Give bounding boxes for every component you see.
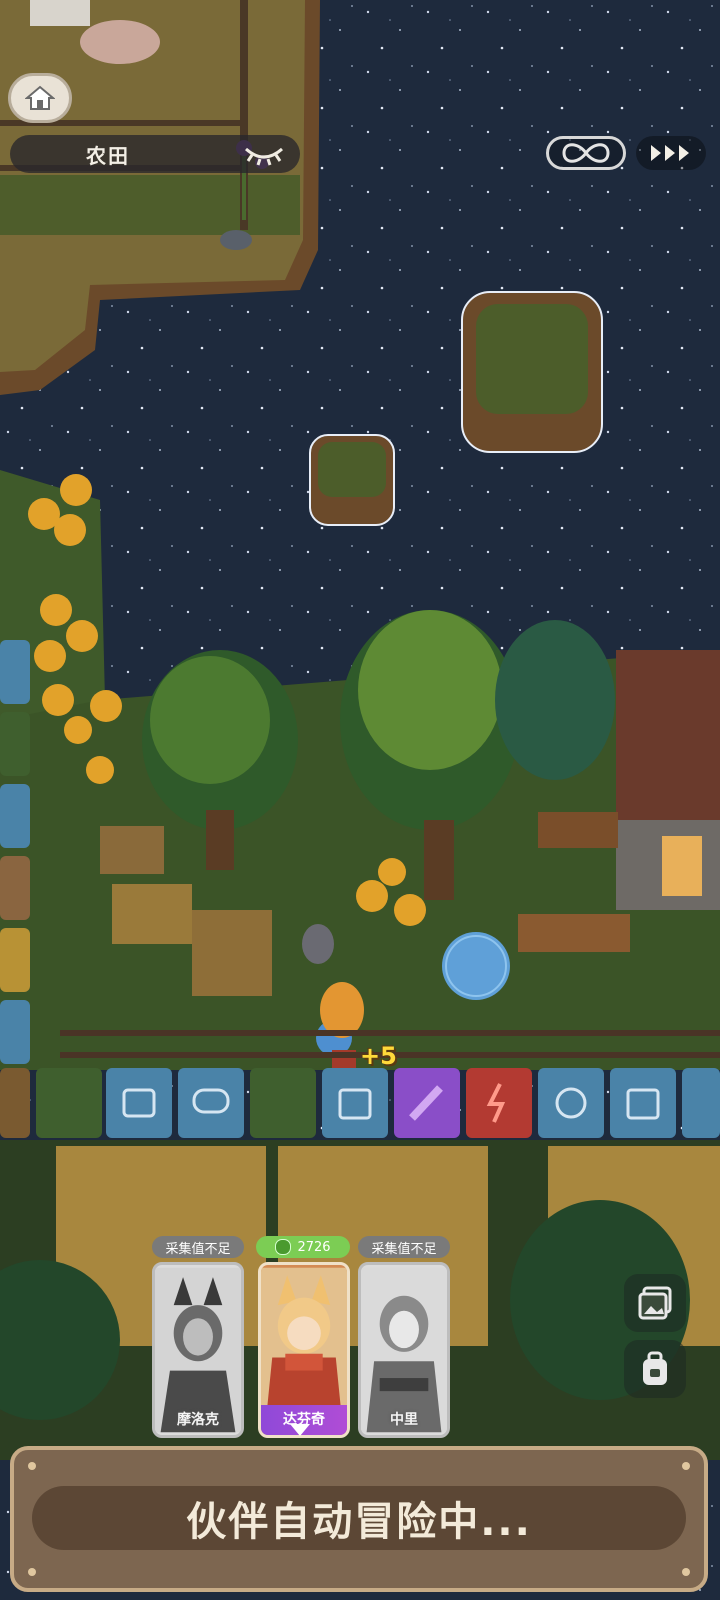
badge-text: 2726 <box>297 1239 331 1255</box>
auto-loop-button[interactable] <box>546 136 626 170</box>
gallery-button[interactable] <box>624 1274 686 1332</box>
companion-card-nakazato[interactable]: 中里 <box>358 1262 450 1438</box>
rivet <box>682 1568 690 1576</box>
eye-closed-icon[interactable] <box>240 141 288 167</box>
auto-adventure-banner: 伙伴自动冒险中... <box>10 1446 708 1592</box>
gallery-icon <box>638 1286 672 1320</box>
companion-card-molock[interactable]: 摩洛克 <box>152 1262 244 1438</box>
location-bar: 农田 <box>10 135 300 173</box>
companion-score-badge: 2726 <box>256 1236 350 1258</box>
infinity-icon <box>562 143 610 163</box>
banner-label-plate: 伙伴自动冒险中... <box>32 1486 686 1550</box>
rivet <box>28 1462 36 1470</box>
companion-status-badge: 采集值不足 <box>152 1236 244 1258</box>
home-button[interactable] <box>8 73 72 123</box>
companion-status-badge: 采集值不足 <box>358 1236 450 1258</box>
companion-name: 摩洛克 <box>177 1412 219 1428</box>
gather-icon <box>275 1239 292 1255</box>
fast-forward-button[interactable] <box>636 136 706 170</box>
selected-indicator <box>290 1424 310 1436</box>
backpack-button[interactable] <box>624 1340 686 1398</box>
badge-text: 采集值不足 <box>371 1241 437 1257</box>
home-icon <box>25 85 55 110</box>
banner-text: 伙伴自动冒险中... <box>186 1499 532 1545</box>
backpack-icon <box>643 1351 667 1385</box>
fast-forward-icon <box>651 145 689 161</box>
rivet <box>28 1568 36 1576</box>
location-name: 农田 <box>86 143 130 168</box>
companion-name: 中里 <box>390 1412 418 1428</box>
badge-text: 采集值不足 <box>165 1241 231 1257</box>
rivet <box>682 1462 690 1470</box>
reward-popup: +5 <box>360 1042 397 1070</box>
companion-card-davinci[interactable]: 达芬奇 <box>258 1262 350 1438</box>
